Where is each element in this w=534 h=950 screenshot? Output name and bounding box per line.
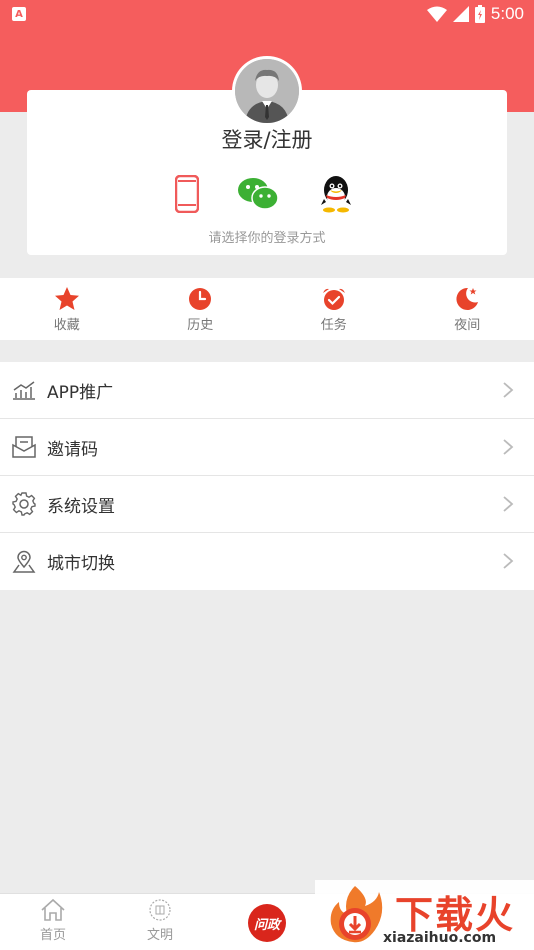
star-icon [54,286,80,312]
nav-civilization[interactable]: 文明 [130,898,190,943]
envelope-icon [11,434,37,460]
menu-label: APP推广 [47,382,114,403]
battery-icon [474,5,485,23]
home-icon [41,898,65,921]
menu-item-invite-code[interactable]: 邀请码 [0,419,534,476]
phone-icon[interactable] [175,174,199,214]
wechat-icon[interactable] [237,174,279,214]
quick-label: 任务 [320,317,347,333]
menu-item-app-promotion[interactable]: APP推广 [0,362,534,419]
menu-label: 系统设置 [47,496,115,517]
settings-menu: APP推广 邀请码 系统设置 城市切换 [0,362,534,590]
menu-label: 邀请码 [47,439,98,460]
menu-item-city-switch[interactable]: 城市切换 [0,533,534,590]
chevron-right-icon [503,553,514,569]
quick-night-mode[interactable]: 夜间 [401,278,534,340]
quick-label: 夜间 [454,317,481,333]
signal-icon [452,6,469,22]
quick-history[interactable]: 历史 [134,278,268,340]
gear-icon [11,491,37,517]
nav-home[interactable]: 首页 [23,898,83,943]
clock-icon [187,286,213,312]
status-time: 5:00 [490,4,524,23]
login-register-link[interactable]: 登录/注册 [27,124,507,154]
qq-icon[interactable] [319,174,353,214]
nav-home-label: 首页 [39,928,66,943]
app-notification-icon: A [12,7,26,21]
default-avatar-icon [235,59,299,123]
chevron-right-icon [503,382,514,398]
alarm-icon [321,286,347,312]
quick-actions: 收藏 历史 任务 夜间 [0,278,534,340]
quick-label: 收藏 [53,317,80,333]
watermark: 下载火 xiazaihuo.com [315,880,534,950]
moon-icon [454,286,480,312]
menu-label: 城市切换 [47,554,115,574]
location-icon [11,549,37,575]
flame-logo-icon [325,884,385,946]
avatar[interactable] [232,56,302,126]
wifi-icon [426,6,447,22]
menu-item-system-settings[interactable]: 系统设置 [0,476,534,533]
quick-tasks[interactable]: 任务 [267,278,401,340]
login-methods [27,174,507,218]
login-hint: 请选择你的登录方式 [208,231,326,246]
nav-civilization-label: 文明 [146,928,173,943]
chevron-right-icon [503,496,514,512]
chart-icon [11,377,37,403]
watermark-url: xiazaihuo.com [383,930,497,946]
chevron-right-icon [503,439,514,455]
nav-center-button[interactable]: 问政 [248,904,286,942]
emblem-icon [149,899,171,921]
quick-label: 历史 [187,317,214,333]
status-bar: A 5:00 [0,0,534,28]
quick-favorites[interactable]: 收藏 [0,278,134,340]
